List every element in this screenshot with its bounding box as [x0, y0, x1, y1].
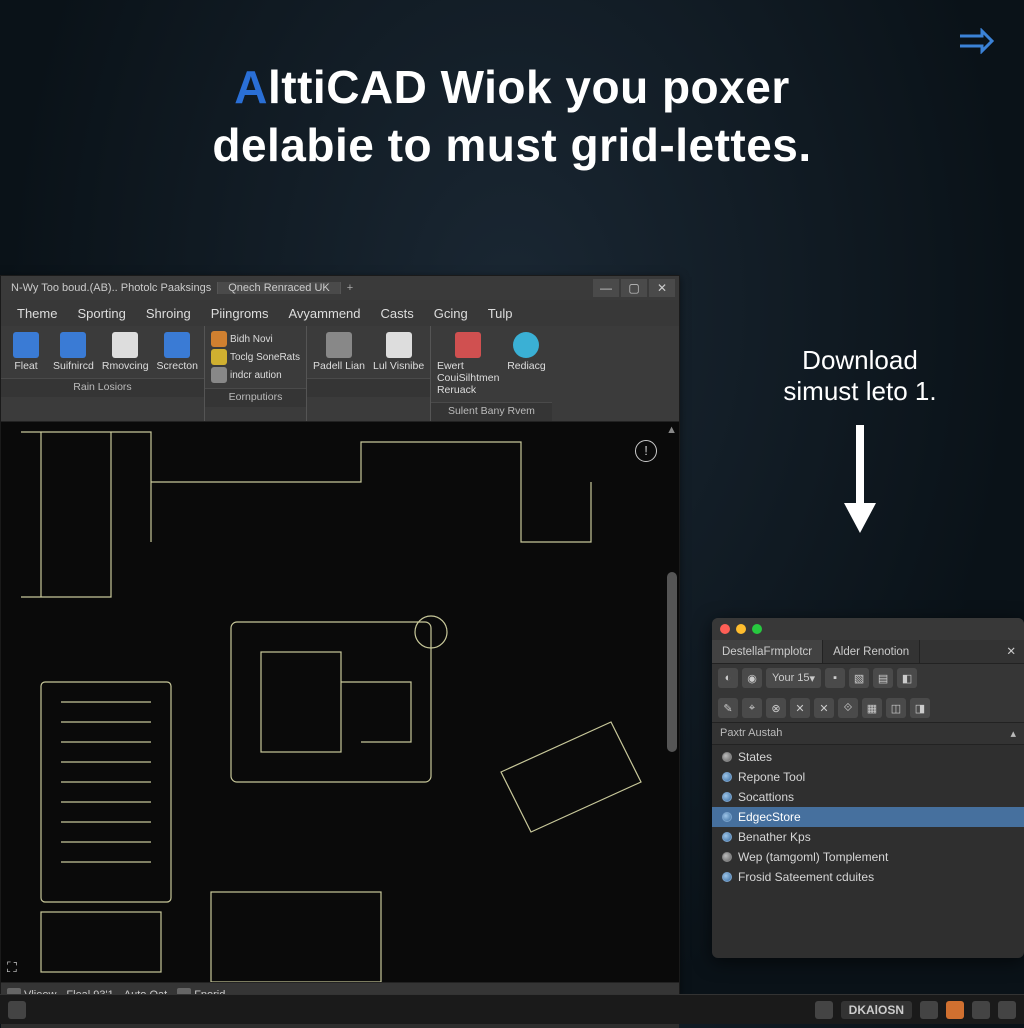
headline: AlttiCAD Wiok you poxer delabie to must …	[0, 60, 1024, 172]
ribbon-indcr[interactable]: indcr aution	[207, 366, 304, 384]
headline-line2: delabie to must grid-lettes.	[0, 118, 1024, 172]
info-badge-icon[interactable]: !	[635, 440, 657, 462]
mac-zoom-icon[interactable]	[752, 624, 762, 634]
list-item[interactable]: Socattions	[712, 787, 1024, 807]
fullscreen-icon[interactable]: ⛶	[7, 959, 17, 976]
tool-k[interactable]: ▦	[862, 698, 882, 718]
maximize-button[interactable]: ▢	[621, 279, 647, 297]
collapse-icon[interactable]: ▴	[1010, 727, 1016, 740]
tool-j[interactable]: ⟐	[838, 698, 858, 718]
tool-h[interactable]: ✕	[790, 698, 810, 718]
tool-i[interactable]: ✕	[814, 698, 834, 718]
menu-casts[interactable]: Casts	[371, 306, 424, 321]
ribbon-toclg[interactable]: Toclg SoneRats	[207, 348, 304, 366]
tool-d[interactable]: ◧	[897, 668, 917, 688]
tool-a[interactable]: ▪	[825, 668, 845, 688]
taskbar-tray-c[interactable]	[972, 1001, 990, 1019]
titlebar: N-Wy Too boud.(AB).. Photolc Paaksings Q…	[1, 276, 679, 300]
minimize-button[interactable]: —	[593, 279, 619, 297]
ribbon-screcton[interactable]: Screcton	[153, 330, 202, 374]
mac-titlebar	[712, 618, 1024, 640]
tool-e[interactable]: ✎	[718, 698, 738, 718]
panel-list: States Repone Tool Socattions EdgecStore…	[712, 745, 1024, 889]
window-title: N-Wy Too boud.(AB).. Photolc Paaksings	[5, 282, 218, 294]
taskbar-tray-a[interactable]	[920, 1001, 938, 1019]
tool-m[interactable]: ◨	[910, 698, 930, 718]
taskbar-app-icon[interactable]	[815, 1001, 833, 1019]
vertical-scrollbar[interactable]	[667, 572, 677, 752]
menubar: Theme Sporting Shroing Piingroms Avyamme…	[1, 300, 679, 326]
drawing-canvas[interactable]: ▲ ! ⛶	[1, 422, 679, 982]
arrow-down-icon	[760, 425, 960, 542]
download-line1: Download	[760, 345, 960, 376]
ribbon-fleat[interactable]: Fleat	[3, 330, 49, 374]
scroll-up-icon[interactable]: ▲	[666, 424, 677, 436]
panel-tabs: DestellaFrmplotcr Alder Renotion ✕	[712, 640, 1024, 664]
ribbon-lul[interactable]: ✓Lul Visnibe	[369, 330, 428, 374]
ribbon-suifnircd[interactable]: Suifnircd	[49, 330, 98, 374]
list-item[interactable]: Frosid Sateement cduites	[712, 867, 1024, 887]
menu-avyammend[interactable]: Avyammend	[279, 306, 371, 321]
tool-l[interactable]: ◫	[886, 698, 906, 718]
list-item-selected[interactable]: EdgecStore	[712, 807, 1024, 827]
tool-f[interactable]: ⌖	[742, 698, 762, 718]
tool-c[interactable]: ▤	[873, 668, 893, 688]
list-item[interactable]: Benather Kps	[712, 827, 1024, 847]
menu-piingroms[interactable]: Piingroms	[201, 306, 279, 321]
logo-mark: A	[234, 61, 268, 113]
mac-minimize-icon[interactable]	[736, 624, 746, 634]
ribbon-bidh-novi[interactable]: Bidh Novi	[207, 330, 304, 348]
taskbar-tray-d[interactable]	[998, 1001, 1016, 1019]
ribbon-ewert[interactable]: Ewert CouiSilhtmen Reruack	[433, 330, 503, 398]
add-tab-button[interactable]: +	[341, 282, 359, 294]
ribbon-group-label-4: Sulent Bany Rvem	[431, 402, 552, 421]
list-item[interactable]: States	[712, 747, 1024, 767]
tool-b[interactable]: ▧	[849, 668, 869, 688]
menu-gcing[interactable]: Gcing	[424, 306, 478, 321]
ribbon: Fleat Suifnircd Rmovcing Screcton Rain L…	[1, 326, 679, 422]
panel-close-icon[interactable]: ✕	[998, 640, 1024, 663]
tool-nav-back[interactable]: ◐	[718, 668, 738, 688]
ribbon-rediacg[interactable]: Rediacg	[503, 330, 550, 374]
close-button[interactable]: ✕	[649, 279, 675, 297]
ribbon-group-label-3	[307, 378, 430, 397]
tool-globe-icon[interactable]: ◉	[742, 668, 762, 688]
menu-sporting[interactable]: Sporting	[67, 306, 135, 321]
taskbar-brand[interactable]: DKAlOSN	[841, 1001, 912, 1019]
next-arrow-icon[interactable]	[958, 28, 994, 59]
menu-shroing[interactable]: Shroing	[136, 306, 201, 321]
logo-text: lttiCAD	[268, 61, 427, 113]
panel-section-head[interactable]: Paxtr Austah▴	[712, 723, 1024, 745]
cad-window: N-Wy Too boud.(AB).. Photolc Paaksings Q…	[0, 275, 680, 995]
taskbar: DKAlOSN	[0, 994, 1024, 1024]
list-item[interactable]: Wep (tamgoml) Tomplement	[712, 847, 1024, 867]
ribbon-group-label-2: Eornputiors	[205, 388, 306, 407]
taskbar-tray-b[interactable]	[946, 1001, 964, 1019]
menu-tulp[interactable]: Tulp	[478, 306, 523, 321]
download-callout: Download simust leto 1.	[760, 345, 960, 542]
ribbon-padell[interactable]: Padell Lian	[309, 330, 369, 374]
ribbon-rmovcing[interactable]: Rmovcing	[98, 330, 153, 374]
toolbar-select[interactable]: Your 15 ▾	[766, 668, 821, 688]
panel-window: DestellaFrmplotcr Alder Renotion ✕ ◐ ◉ Y…	[712, 618, 1024, 958]
tab-alder[interactable]: Alder Renotion	[823, 640, 920, 663]
headline-line1: Wiok you poxer	[427, 61, 789, 113]
menu-theme[interactable]: Theme	[7, 306, 67, 321]
document-tab[interactable]: Qnech Renraced UK	[218, 282, 341, 294]
taskbar-start-icon[interactable]	[8, 1001, 26, 1019]
panel-toolbar: ◐ ◉ Your 15 ▾ ▪ ▧ ▤ ◧ ✎ ⌖ ⊗ ✕ ✕ ⟐ ▦ ◫ ◨	[712, 664, 1024, 723]
list-item[interactable]: Repone Tool	[712, 767, 1024, 787]
mac-close-icon[interactable]	[720, 624, 730, 634]
tool-g[interactable]: ⊗	[766, 698, 786, 718]
download-line2: simust leto 1.	[760, 376, 960, 407]
tab-destella[interactable]: DestellaFrmplotcr	[712, 640, 823, 663]
ribbon-group-label-1: Rain Losiors	[1, 378, 204, 397]
